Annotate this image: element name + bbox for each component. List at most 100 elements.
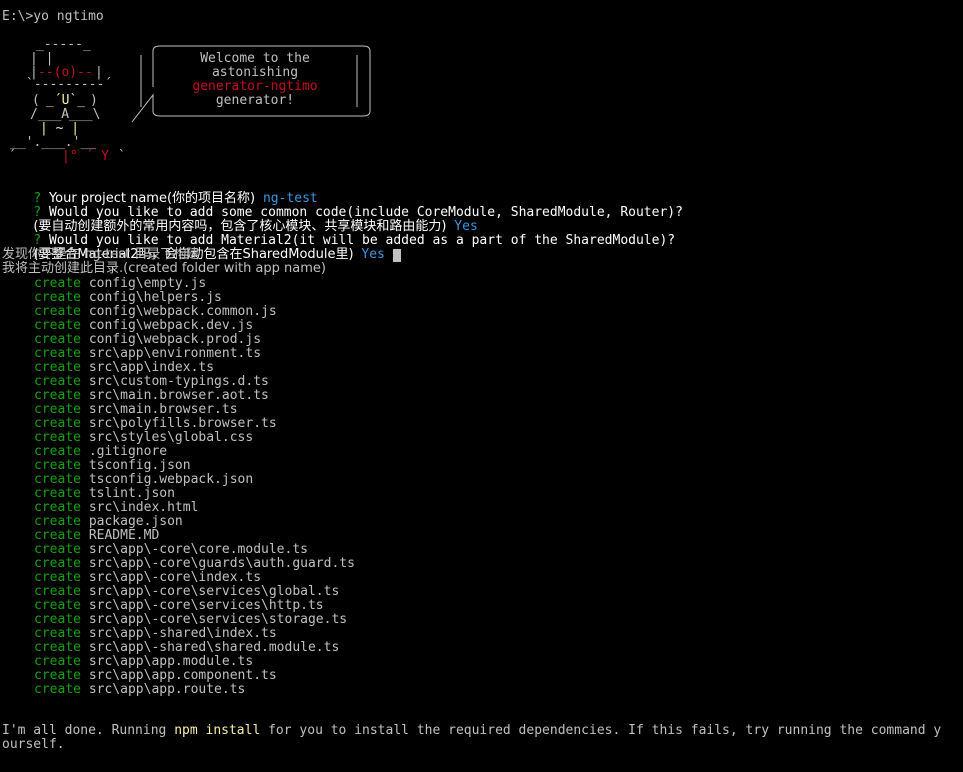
list-item: create src\app\-core\guards\auth.guard.t… — [0, 557, 355, 571]
svg-text:__'.___.'__: __'.___.'__ — [10, 135, 96, 150]
terminal-window[interactable]: E:\>yo ngtimo _-----_ | | | --(o)-- | `---… — [0, 0, 963, 772]
list-item: create src\index.html — [0, 501, 355, 515]
create-verb: create — [34, 682, 81, 697]
file-path: src\app\-core\services\global.ts — [88, 584, 340, 599]
welcome-generator-name: generator-ngtimo — [192, 79, 318, 94]
file-path: tsconfig.json — [88, 458, 191, 473]
create-verb: create — [34, 304, 81, 319]
file-path: src\custom-typings.d.ts — [88, 374, 269, 389]
create-verb: create — [34, 500, 81, 515]
list-item: create src\app\-core\services\storage.ts — [0, 613, 355, 627]
file-path: src\main.browser.aot.ts — [88, 388, 269, 403]
create-verb: create — [34, 570, 81, 585]
list-item: create README.MD — [0, 529, 355, 543]
svg-text:/___A___\: /___A___\ — [30, 107, 100, 122]
create-verb: create — [34, 430, 81, 445]
file-path: src\app\-core\guards\auth.guard.ts — [88, 556, 355, 571]
create-verb: create — [34, 360, 81, 375]
list-item: create tsconfig.json — [0, 459, 355, 473]
file-path: .gitignore — [88, 444, 168, 459]
file-path: config\webpack.prod.js — [88, 332, 262, 347]
file-path: src\app\-core\services\http.ts — [88, 598, 324, 613]
file-path: config\empty.js — [88, 276, 207, 291]
file-path: src\app\-core\index.ts — [88, 570, 262, 585]
create-verb: create — [34, 290, 81, 305]
svg-text:|° ´ Y: |° ´ Y — [62, 149, 109, 164]
list-item: create src\app\app.route.ts — [0, 683, 355, 697]
create-verb: create — [34, 346, 81, 361]
create-verb: create — [34, 668, 81, 683]
create-verb: create — [34, 276, 81, 291]
svg-text:`---------´: `---------´ — [26, 77, 112, 92]
list-item: create src\main.browser.aot.ts — [0, 389, 355, 403]
file-path: src\styles\global.css — [88, 430, 254, 445]
create-verb: create — [34, 416, 81, 431]
question-common-code-hint: (要自动创建额外的常用内容吗，包含了核心模块、共享模块和路由能力) Yes — [2, 206, 477, 234]
question-material2-hint: (要整合Material2吗，会自动包含在SharedModule里) Yes — [2, 234, 385, 262]
file-path: config\webpack.dev.js — [88, 318, 254, 333]
svg-text:_-----_: _-----_ — [36, 38, 91, 52]
welcome-line-2: astonishing — [211, 65, 299, 80]
svg-text:(: ( — [32, 93, 40, 108]
list-item: create config\helpers.js — [0, 291, 355, 305]
file-path: src\app\-core\services\storage.ts — [88, 612, 348, 627]
list-item: create src\custom-typings.d.ts — [0, 375, 355, 389]
create-verb: create — [34, 388, 81, 403]
list-item: create src\app\-shared\index.ts — [0, 627, 355, 641]
list-item: create src\styles\global.css — [0, 431, 355, 445]
list-item: create src\polyfills.browser.ts — [0, 417, 355, 431]
file-path: src\polyfills.browser.ts — [88, 416, 277, 431]
file-path: tslint.json — [88, 486, 175, 501]
file-path: src\index.html — [88, 500, 199, 515]
create-verb: create — [34, 332, 81, 347]
create-verb: create — [34, 626, 81, 641]
svg-text:| ~ |: | ~ | — [40, 121, 79, 136]
create-verb: create — [34, 318, 81, 333]
list-item: create .gitignore — [0, 445, 355, 459]
create-verb: create — [34, 472, 81, 487]
create-verb: create — [34, 486, 81, 501]
list-item: create config\webpack.dev.js — [0, 319, 355, 333]
done-message: I'm all done. Running npm install for yo… — [2, 723, 942, 738]
list-item: create config\empty.js — [0, 277, 355, 291]
file-path: src\app\app.route.ts — [88, 682, 246, 697]
notice-directory: 发现你不是在 ng-test 目录下构建 — [2, 247, 200, 262]
create-verb: create — [34, 528, 81, 543]
list-item: create tslint.json — [0, 487, 355, 501]
question-project-name: ? Your project name(你的项目名称) ng-test — [2, 178, 317, 206]
svg-text:_´U`_: _´U`_ — [46, 93, 85, 108]
file-path: src\app\-core\core.module.ts — [88, 542, 308, 557]
list-item: create config\webpack.common.js — [0, 305, 355, 319]
create-verb: create — [34, 556, 81, 571]
welcome-line-4: generator! — [215, 93, 295, 108]
svg-text:´: ´ — [8, 149, 16, 164]
create-verb: create — [34, 584, 81, 599]
welcome-line-1: Welcome to the — [200, 51, 310, 66]
file-path: tsconfig.webpack.json — [88, 472, 254, 487]
create-verb: create — [34, 444, 81, 459]
file-path: src\app\-shared\shared.module.ts — [88, 640, 340, 655]
svg-text:`: ` — [118, 149, 126, 164]
create-verb: create — [34, 458, 81, 473]
create-verb: create — [34, 598, 81, 613]
text-cursor — [393, 249, 401, 262]
create-verb: create — [34, 374, 81, 389]
file-path: config\helpers.js — [88, 290, 222, 305]
svg-text:| |: | | — [30, 51, 53, 66]
file-path: config\webpack.common.js — [88, 304, 277, 319]
file-path: src\main.browser.ts — [88, 402, 238, 417]
list-item: create src\app\index.ts — [0, 361, 355, 375]
file-path: README.MD — [88, 528, 160, 543]
yeoman-mascot-icon: _-----_ | | | --(o)-- | `---------´ ( _´U`… — [8, 38, 126, 164]
file-path: src\app\app.component.ts — [88, 668, 277, 683]
list-item: create src\app\-core\services\http.ts — [0, 599, 355, 613]
done-message-wrap: ourself. — [2, 737, 65, 752]
file-path: package.json — [88, 514, 183, 529]
answer-text: Yes — [361, 247, 385, 262]
npm-install-command: npm install — [174, 723, 261, 738]
create-verb: create — [34, 654, 81, 669]
list-item: create src\app\environment.ts — [0, 347, 355, 361]
list-item: create src\main.browser.ts — [0, 403, 355, 417]
list-item: create config\webpack.prod.js — [0, 333, 355, 347]
notice-create-folder: 我将主动创建此目录.(created folder with app name) — [2, 261, 326, 276]
